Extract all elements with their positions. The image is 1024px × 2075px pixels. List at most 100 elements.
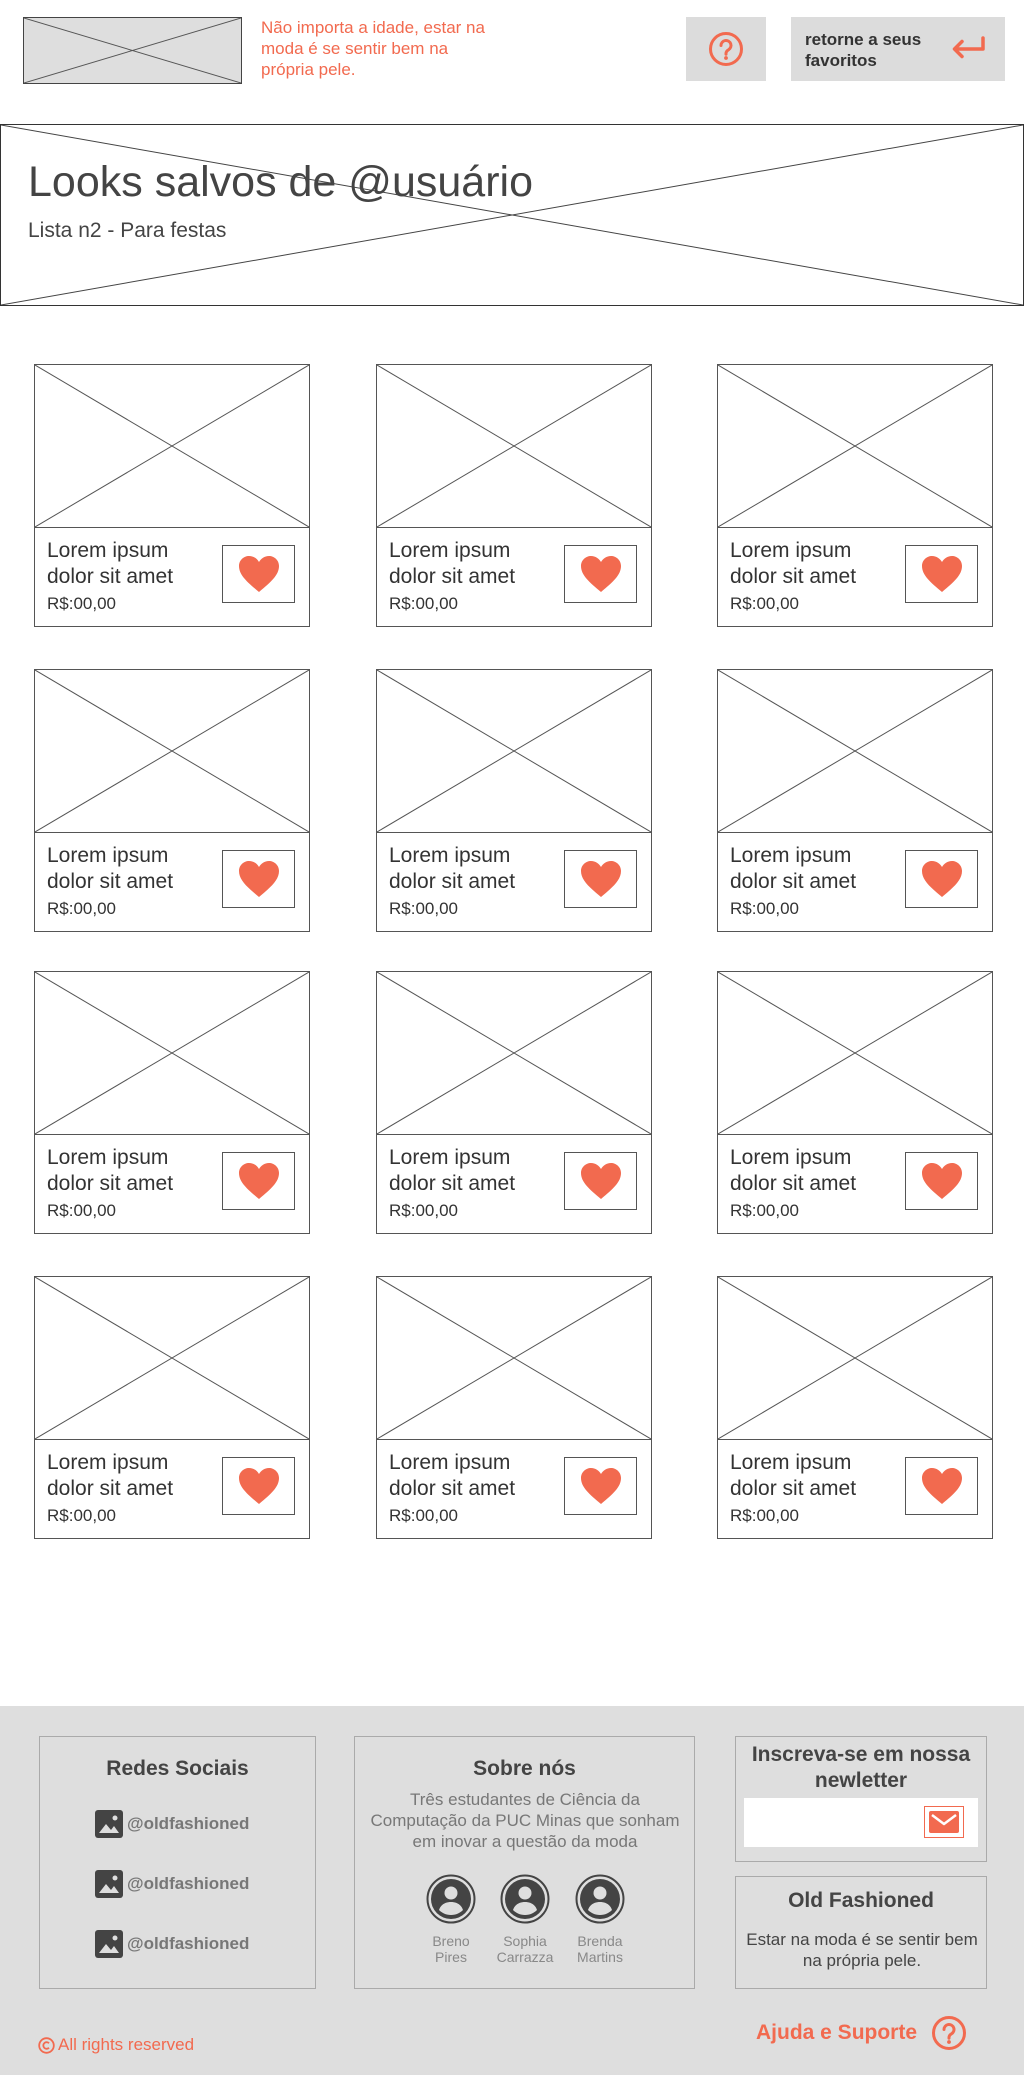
social-title: Redes Sociais: [106, 1757, 249, 1780]
product-image-placeholder[interactable]: [377, 1277, 651, 1440]
product-price: R$:00,00: [730, 899, 799, 918]
list-subtitle: Lista n2 - Para festas: [28, 219, 227, 242]
product-price: R$:00,00: [47, 594, 116, 613]
social-link[interactable]: @oldfashioned: [95, 1870, 249, 1898]
favorite-button[interactable]: [564, 545, 637, 603]
about-text: Três estudantes de Ciência da Computação…: [370, 1790, 680, 1851]
social-handle: @oldfashioned: [127, 1874, 250, 1893]
product-name: Lorem ipsum dolor sit amet: [47, 844, 174, 893]
logo-placeholder[interactable]: [23, 17, 242, 84]
product-price: R$:00,00: [730, 1506, 799, 1525]
product-card[interactable]: Lorem ipsum dolor sit amet R$:00,00: [34, 971, 310, 1234]
about-title: Sobre nós: [473, 1757, 576, 1780]
team-member[interactable]: Breno Pires: [411, 1874, 491, 1965]
mail-icon: [929, 1811, 959, 1833]
newsletter-submit-button[interactable]: [924, 1806, 964, 1838]
about-box: Sobre nós Três estudantes de Ciência da …: [354, 1736, 695, 1989]
product-card[interactable]: Lorem ipsum dolor sit amet R$:00,00: [376, 669, 652, 932]
product-card[interactable]: Lorem ipsum dolor sit amet R$:00,00: [717, 971, 993, 1234]
product-price: R$:00,00: [47, 1506, 116, 1525]
product-image-placeholder[interactable]: [35, 365, 309, 528]
product-image-placeholder[interactable]: [35, 670, 309, 833]
product-card[interactable]: Lorem ipsum dolor sit amet R$:00,00: [376, 364, 652, 627]
member-last-name: Martins: [577, 1949, 623, 1965]
newsletter-box: Inscreva-se em nossa newletter: [735, 1736, 987, 1862]
newsletter-email-input[interactable]: [744, 1798, 978, 1847]
help-button[interactable]: [686, 17, 766, 81]
product-name: Lorem ipsum dolor sit amet: [389, 1146, 516, 1195]
heart-icon: [238, 861, 279, 897]
product-image-placeholder[interactable]: [377, 365, 651, 528]
favorite-button[interactable]: [222, 850, 295, 908]
image-icon: [95, 1810, 123, 1838]
product-card[interactable]: Lorem ipsum dolor sit amet R$:00,00: [34, 669, 310, 932]
heart-icon: [580, 1468, 621, 1504]
favorite-button[interactable]: [222, 1152, 295, 1210]
brand-text: Estar na moda é se sentir bem na própria…: [746, 1930, 978, 1970]
product-card[interactable]: Lorem ipsum dolor sit amet R$:00,00: [34, 364, 310, 627]
banner-image-placeholder: [0, 124, 1024, 306]
favorite-button[interactable]: [564, 1152, 637, 1210]
favorite-button[interactable]: [905, 850, 978, 908]
page-title: Looks salvos de @usuário: [28, 158, 533, 206]
copyright-icon: [38, 2036, 55, 2054]
favorite-button[interactable]: [564, 1457, 637, 1515]
header-tagline: Não importa a idade, estar na moda é se …: [261, 18, 485, 79]
product-image-placeholder[interactable]: [718, 1277, 992, 1440]
product-image-placeholder[interactable]: [718, 670, 992, 833]
product-price: R$:00,00: [47, 899, 116, 918]
product-card[interactable]: Lorem ipsum dolor sit amet R$:00,00: [34, 1276, 310, 1539]
return-arrow-icon: [952, 36, 985, 59]
product-card[interactable]: Lorem ipsum dolor sit amet R$:00,00: [717, 364, 993, 627]
help-support-link[interactable]: Ajuda e Suporte: [756, 2015, 967, 2051]
product-name: Lorem ipsum dolor sit amet: [730, 1451, 857, 1500]
product-price: R$:00,00: [47, 1201, 116, 1220]
product-card[interactable]: Lorem ipsum dolor sit amet R$:00,00: [717, 1276, 993, 1539]
product-image-placeholder[interactable]: [718, 972, 992, 1135]
product-card[interactable]: Lorem ipsum dolor sit amet R$:00,00: [717, 669, 993, 932]
copyright-notice: All rights reserved: [38, 2035, 194, 2055]
social-link[interactable]: @oldfashioned: [95, 1810, 249, 1838]
favorite-button[interactable]: [564, 850, 637, 908]
favorite-button[interactable]: [222, 545, 295, 603]
product-image-placeholder[interactable]: [35, 1277, 309, 1440]
favorite-button[interactable]: [905, 1457, 978, 1515]
heart-icon: [238, 556, 279, 592]
product-image-placeholder[interactable]: [718, 365, 992, 528]
heart-icon: [238, 1468, 279, 1504]
question-circle-icon: [709, 32, 743, 66]
product-name: Lorem ipsum dolor sit amet: [389, 539, 516, 588]
social-handle: @oldfashioned: [127, 1934, 250, 1953]
product-image-placeholder[interactable]: [35, 972, 309, 1135]
copyright-text: All rights reserved: [58, 2035, 195, 2054]
heart-icon: [580, 1163, 621, 1199]
user-avatar-icon: [500, 1874, 550, 1924]
newsletter-title: Inscreva-se em nossa newletter: [751, 1743, 971, 1792]
social-link[interactable]: @oldfashioned: [95, 1930, 249, 1958]
brand-box: Old Fashioned Estar na moda é se sentir …: [735, 1876, 987, 1989]
favorite-button[interactable]: [222, 1457, 295, 1515]
member-last-name: Pires: [435, 1949, 467, 1965]
product-name: Lorem ipsum dolor sit amet: [730, 539, 857, 588]
product-card[interactable]: Lorem ipsum dolor sit amet R$:00,00: [376, 1276, 652, 1539]
product-name: Lorem ipsum dolor sit amet: [389, 1451, 516, 1500]
heart-icon: [580, 861, 621, 897]
social-handle: @oldfashioned: [127, 1814, 250, 1833]
user-avatar-icon: [575, 1874, 625, 1924]
product-price: R$:00,00: [389, 1201, 458, 1220]
return-to-favorites-button[interactable]: retorne a seus favoritos: [791, 17, 1005, 81]
product-image-placeholder[interactable]: [377, 670, 651, 833]
image-icon: [95, 1930, 123, 1958]
product-card[interactable]: Lorem ipsum dolor sit amet R$:00,00: [376, 971, 652, 1234]
team-member[interactable]: Brenda Martins: [560, 1874, 640, 1965]
product-image-placeholder[interactable]: [377, 972, 651, 1135]
heart-icon: [921, 1468, 962, 1504]
team-member[interactable]: Sophia Carrazza: [485, 1874, 565, 1965]
product-price: R$:00,00: [389, 899, 458, 918]
favorite-button[interactable]: [905, 545, 978, 603]
social-box: Redes Sociais @oldfashioned @oldfashione…: [39, 1736, 316, 1989]
product-name: Lorem ipsum dolor sit amet: [47, 1451, 174, 1500]
product-name: Lorem ipsum dolor sit amet: [730, 844, 857, 893]
favorite-button[interactable]: [905, 1152, 978, 1210]
member-first-name: Breno: [432, 1933, 470, 1949]
